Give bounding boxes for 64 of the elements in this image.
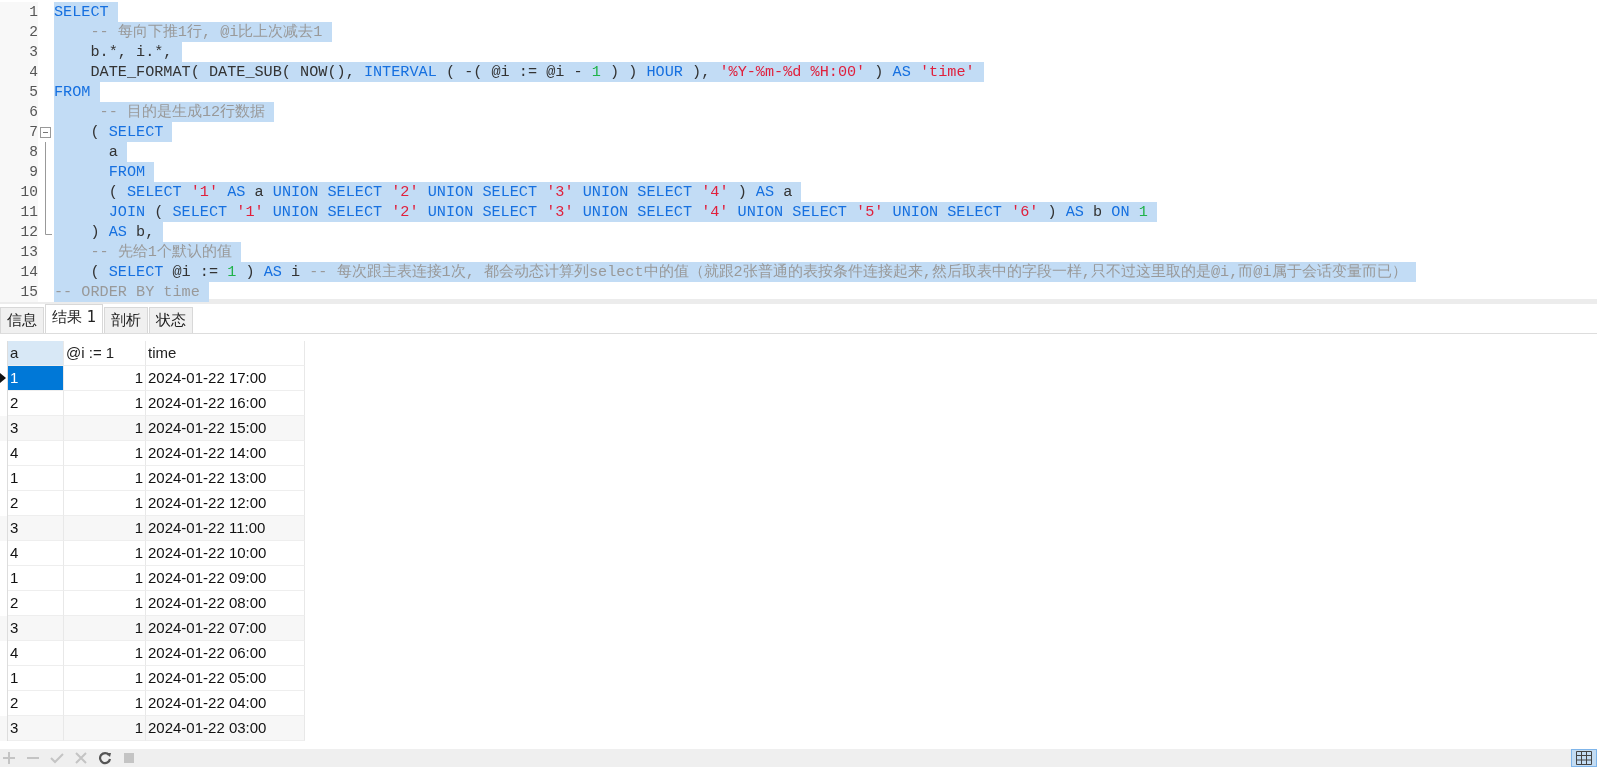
table-cell: 2024-01-22 15:00: [146, 416, 305, 441]
table-cell: 1: [64, 541, 146, 566]
line-number: 1: [0, 2, 38, 22]
line-number: 4: [0, 62, 38, 82]
table-cell: 2024-01-22 11:00: [146, 516, 305, 541]
table-cell: 1: [8, 566, 64, 591]
table-cell: 1: [64, 566, 146, 591]
column-header[interactable]: @i := 1: [64, 341, 146, 366]
checkmark-icon: [50, 751, 64, 765]
table-cell: 1: [8, 666, 64, 691]
line-number: 6: [0, 102, 38, 122]
table-cell: 2024-01-22 05:00: [146, 666, 305, 691]
table-cell: 1: [64, 441, 146, 466]
table-cell: 1: [64, 516, 146, 541]
line-number: 12: [0, 222, 38, 242]
add-icon: [2, 751, 16, 765]
result-tab[interactable]: 结果 1: [45, 304, 104, 333]
table-cell: 2024-01-22 03:00: [146, 716, 305, 741]
table-cell: 3: [8, 516, 64, 541]
grid-icon: [1576, 751, 1592, 765]
stop-icon: [122, 751, 136, 765]
table-cell: 2024-01-22 09:00: [146, 566, 305, 591]
column-header[interactable]: a: [8, 341, 64, 366]
table-cell: 1: [64, 416, 146, 441]
result-tab[interactable]: 信息: [0, 307, 44, 333]
table-cell: 1: [8, 466, 64, 491]
line-number: 8: [0, 142, 38, 162]
table-cell: 2024-01-22 13:00: [146, 466, 305, 491]
table-cell: 1: [64, 366, 146, 391]
table-cell: 1: [64, 641, 146, 666]
table-cell: 1: [64, 666, 146, 691]
line-number: 3: [0, 42, 38, 62]
table-cell: 2024-01-22 10:00: [146, 541, 305, 566]
line-number: 5: [0, 82, 38, 102]
table-cell: 4: [8, 441, 64, 466]
table-cell: 2024-01-22 06:00: [146, 641, 305, 666]
result-tab[interactable]: 状态: [149, 307, 194, 333]
close-icon: [74, 751, 88, 765]
column-header[interactable]: time: [146, 341, 305, 366]
line-number: 15: [0, 282, 38, 302]
table-cell: 3: [8, 616, 64, 641]
line-number: 9: [0, 162, 38, 182]
line-number: 2: [0, 22, 38, 42]
table-cell: 1: [64, 716, 146, 741]
grid-view-button[interactable]: [1571, 749, 1597, 767]
table-cell: 2024-01-22 07:00: [146, 616, 305, 641]
table-cell: 1: [64, 616, 146, 641]
table-cell: 1: [8, 366, 64, 391]
table-cell: 4: [8, 641, 64, 666]
line-number: 14: [0, 262, 38, 282]
table-cell: 2024-01-22 14:00: [146, 441, 305, 466]
refresh-icon: [98, 751, 112, 765]
table-cell: 4: [8, 541, 64, 566]
collapse-icon[interactable]: [40, 127, 51, 138]
table-cell: 1: [64, 466, 146, 491]
line-number: 13: [0, 242, 38, 262]
line-number: 11: [0, 202, 38, 222]
table-cell: 3: [8, 716, 64, 741]
line-number: 10: [0, 182, 38, 202]
result-tab[interactable]: 剖析: [104, 307, 149, 333]
table-cell: 2024-01-22 17:00: [146, 366, 305, 391]
refresh-button[interactable]: [98, 751, 112, 765]
table-cell: 3: [8, 416, 64, 441]
line-number: 7: [0, 122, 38, 142]
